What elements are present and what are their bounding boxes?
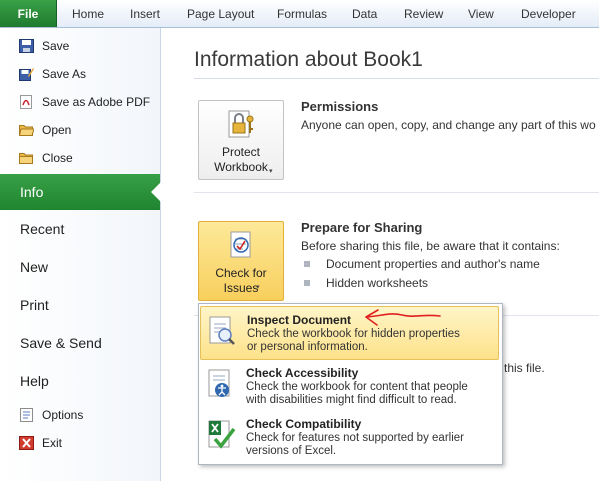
save-command[interactable]: Save	[0, 33, 160, 59]
tab-formulas[interactable]: Formulas	[277, 0, 327, 27]
nav-save-and-send-label: Save & Send	[20, 335, 102, 351]
bullet-icon	[304, 280, 310, 286]
save-as-adobe-pdf-label: Save as Adobe PDF	[42, 95, 151, 109]
nav-help-label: Help	[20, 373, 49, 389]
dropdown-caret-icon: ▾	[256, 284, 260, 291]
protect-workbook-line1: Protect	[221, 145, 260, 159]
check-for-issues-menu: Inspect Document Check the workbook for …	[198, 303, 503, 465]
sharing-item: Hidden worksheets	[326, 276, 429, 290]
options-label: Options	[42, 408, 84, 422]
options-icon	[20, 408, 33, 422]
annotation-arrow-icon	[365, 309, 441, 326]
nav-new-label: New	[20, 259, 49, 275]
nav-info-label: Info	[20, 184, 44, 200]
check-compatibility-desc1: Check for features not supported by earl…	[246, 432, 464, 444]
sharing-item: Document properties and author's name	[326, 257, 540, 271]
check-for-issues-line2: Issues	[223, 281, 259, 295]
check-accessibility-item[interactable]: Check Accessibility Check the workbook f…	[200, 360, 499, 412]
nav-recent[interactable]: Recent	[0, 211, 160, 247]
nav-recent-label: Recent	[20, 221, 65, 237]
save-as-icon	[19, 68, 34, 81]
close-folder-icon	[19, 153, 33, 164]
bullet-icon	[304, 261, 310, 267]
protect-workbook-button[interactable]: Protect Workbook ▾	[198, 100, 284, 180]
tab-page-layout[interactable]: Page Layout	[187, 0, 254, 27]
open-label: Open	[42, 123, 72, 137]
accessibility-icon	[208, 369, 230, 397]
title-divider	[194, 78, 599, 79]
exit-icon	[19, 436, 34, 450]
check-compatibility-title: Check Compatibility	[246, 417, 362, 431]
page-title: Information about Book1	[194, 48, 423, 71]
backstage-nav: Save Save As Save as Adobe PDF Open Clos…	[0, 28, 161, 481]
inspect-document-item[interactable]: Inspect Document Check the workbook for …	[200, 306, 499, 360]
close-label: Close	[42, 151, 73, 165]
check-for-issues-line1: Check for	[215, 266, 267, 280]
save-as-command[interactable]: Save As	[0, 61, 160, 87]
check-compatibility-item[interactable]: Check Compatibility Check for features n…	[200, 411, 499, 463]
exit-command[interactable]: Exit	[0, 430, 160, 456]
save-as-adobe-pdf-command[interactable]: Save as Adobe PDF	[0, 89, 160, 115]
nav-info[interactable]: Info	[0, 174, 161, 210]
nav-save-and-send[interactable]: Save & Send	[0, 325, 160, 361]
checklist-icon	[230, 231, 251, 258]
save-label: Save	[42, 39, 70, 53]
tab-home[interactable]: Home	[72, 0, 104, 27]
section-divider	[194, 192, 599, 193]
ribbon-tab-bar: File Home Insert Page Layout Formulas Da…	[0, 0, 599, 28]
nav-help[interactable]: Help	[0, 363, 160, 399]
close-command[interactable]: Close	[0, 145, 160, 171]
check-compatibility-desc2: versions of Excel.	[246, 445, 337, 457]
tab-file[interactable]: File	[0, 0, 57, 27]
inspect-document-icon	[209, 316, 235, 345]
versions-partial-text: this file.	[504, 361, 545, 375]
nav-print[interactable]: Print	[0, 287, 160, 323]
tab-data[interactable]: Data	[352, 0, 377, 27]
check-accessibility-title: Check Accessibility	[246, 366, 359, 380]
save-as-label: Save As	[42, 67, 87, 81]
open-folder-icon	[19, 125, 34, 136]
check-accessibility-desc1: Check the workbook for content that peop…	[246, 381, 468, 393]
tab-insert[interactable]: Insert	[130, 0, 160, 27]
permissions-heading: Permissions	[301, 99, 379, 114]
nav-new[interactable]: New	[0, 249, 160, 285]
check-accessibility-desc2: with disabilities might find difficult t…	[246, 394, 457, 406]
prepare-for-sharing-heading: Prepare for Sharing	[301, 220, 423, 235]
permissions-text: Anyone can open, copy, and change any pa…	[301, 118, 596, 132]
pdf-icon	[20, 95, 32, 109]
nav-print-label: Print	[20, 297, 49, 313]
lock-key-icon	[228, 110, 254, 138]
inspect-document-title: Inspect Document	[247, 313, 352, 327]
inspect-document-desc2: or personal information.	[247, 341, 368, 353]
tab-review[interactable]: Review	[404, 0, 443, 27]
open-command[interactable]: Open	[0, 117, 160, 143]
exit-label: Exit	[42, 436, 63, 450]
options-command[interactable]: Options	[0, 402, 160, 428]
prepare-for-sharing-text: Before sharing this file, be aware that …	[301, 239, 560, 253]
check-for-issues-button[interactable]: Check for Issues ▾	[198, 221, 284, 301]
compatibility-icon	[208, 420, 236, 449]
floppy-disk-icon	[19, 39, 34, 53]
dropdown-caret-icon: ▾	[269, 168, 273, 175]
tab-developer[interactable]: Developer	[521, 0, 576, 27]
tab-view[interactable]: View	[468, 0, 494, 27]
